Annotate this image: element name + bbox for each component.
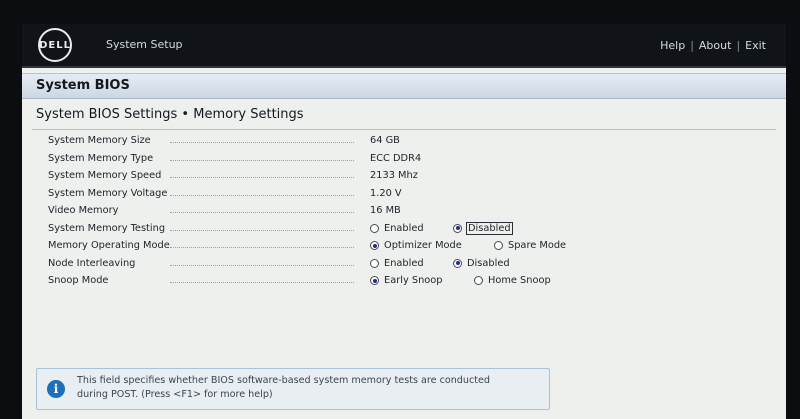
info-icon: i [47,380,65,398]
setting-label: System Memory Testing [48,222,166,234]
radio-button[interactable] [453,258,462,268]
radio-button[interactable] [370,241,379,250]
option-label: Disabled [467,257,510,269]
dell-logo: DELL [38,28,72,62]
setting-row-memory-speed: System Memory Speed 2133 Mhz [22,167,786,185]
setting-value: 64 GB [370,135,400,146]
nav-separator: | [736,39,741,52]
help-panel: i This field specifies whether BIOS soft… [36,368,550,410]
setting-label: System Memory Speed [48,170,162,181]
setting-row-snoop-mode: Snoop Mode Early Snoop Home Snoop [22,272,786,290]
option-label: Home Snoop [488,275,551,286]
dotted-leader [170,194,354,196]
option-label: Enabled [384,257,424,269]
setting-label: Memory Operating Mode [48,240,170,251]
radio-option-enabled[interactable]: Enabled [370,223,424,234]
setting-label: System Memory Type [48,152,154,164]
option-label: Optimizer Mode [384,240,462,251]
help-text-line: This field specifies whether BIOS softwa… [77,375,490,386]
settings-list: System Memory Size 64 GB System Memory T… [22,132,786,290]
title-divider [32,129,776,130]
setting-value: 2133 Mhz [370,170,418,181]
setting-label: System Memory Size [48,135,151,146]
bios-screen: DELL System Setup Help | About | Exit System… [22,24,786,419]
radio-button[interactable] [453,223,462,233]
page-title: System BIOS Settings • Memory Settings [36,107,304,122]
option-label: Spare Mode [508,240,567,251]
radio-option-early-snoop[interactable]: Early Snoop [370,275,443,286]
option-label: Early Snoop [384,275,443,286]
help-text-line: during POST. (Press <F1> for more help) [77,389,273,400]
dotted-leader [170,159,354,161]
radio-option-optimizer-mode[interactable]: Optimizer Mode [370,240,462,251]
section-title: System BIOS [36,78,130,93]
setting-row-memory-testing: System Memory Testing Enabled Disabled [22,220,786,238]
option-label: Disabled [466,221,513,235]
dotted-leader [170,229,354,231]
setting-value: 1.20 V [370,187,402,199]
radio-option-home-snoop[interactable]: Home Snoop [474,275,551,286]
setting-label: System Memory Voltage [48,187,168,199]
dotted-leader [170,142,354,143]
help-text: This field specifies whether BIOS softwa… [77,374,543,402]
radio-option-enabled[interactable]: Enabled [370,258,424,269]
top-nav: Help | About | Exit [660,39,766,52]
setting-value: 16 MB [370,205,401,216]
setting-label: Snoop Mode [48,275,109,286]
help-link[interactable]: Help [660,39,685,52]
setting-row-memory-size: System Memory Size 64 GB [22,132,786,150]
radio-button[interactable] [370,258,379,268]
top-bar: DELL System Setup Help | About | Exit [22,24,786,68]
radio-button[interactable] [370,223,379,233]
setting-row-memory-operating-mode: Memory Operating Mode Optimizer Mode Spa… [22,237,786,255]
section-header: System BIOS [22,73,786,99]
nav-separator: | [690,39,694,52]
setting-label: Video Memory [48,205,119,216]
setting-row-memory-type: System Memory Type ECC DDR4 [22,150,786,168]
radio-option-spare-mode[interactable]: Spare Mode [494,240,566,251]
setting-value: ECC DDR4 [370,152,422,164]
exit-link[interactable]: Exit [745,39,766,52]
dotted-leader [170,264,354,266]
option-label: Enabled [384,222,424,234]
dotted-leader [170,282,354,283]
app-title: System Setup [106,38,183,51]
dotted-leader [170,177,354,178]
radio-button[interactable] [370,276,379,285]
setting-row-video-memory: Video Memory 16 MB [22,202,786,220]
about-link[interactable]: About [699,39,732,52]
dotted-leader [170,247,354,248]
radio-button[interactable] [494,241,503,250]
radio-option-disabled[interactable]: Disabled [453,221,513,235]
radio-option-disabled[interactable]: Disabled [453,258,510,269]
setting-row-memory-voltage: System Memory Voltage 1.20 V [22,185,786,203]
radio-button[interactable] [474,276,483,285]
dotted-leader [170,212,354,213]
setting-row-node-interleaving: Node Interleaving Enabled Disabled [22,255,786,273]
setting-label: Node Interleaving [48,257,136,269]
